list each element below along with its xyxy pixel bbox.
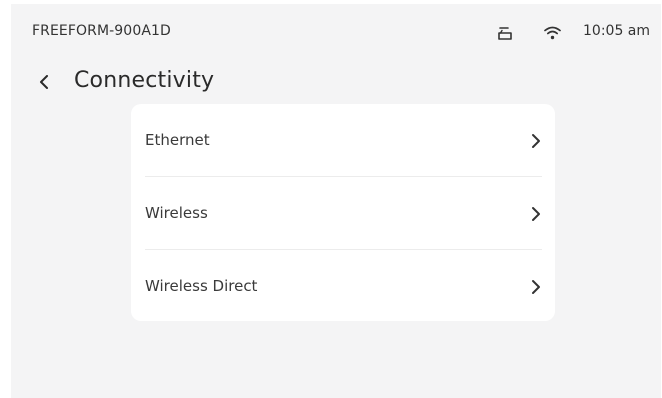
- menu-item-label: Wireless: [145, 204, 208, 222]
- menu-item-label: Wireless Direct: [145, 277, 258, 295]
- device-name: FREEFORM-900A1D: [32, 23, 171, 39]
- menu-item-ethernet[interactable]: Ethernet: [145, 104, 542, 176]
- chevron-left-icon: [40, 75, 48, 89]
- status-bar: FREEFORM-900A1D 10:05 am: [11, 4, 661, 64]
- menu-item-wireless-direct[interactable]: Wireless Direct: [145, 250, 542, 322]
- menu-item-label: Ethernet: [145, 131, 210, 149]
- chevron-right-icon: [532, 134, 540, 148]
- header: Connectivity: [11, 64, 661, 104]
- chevron-right-icon: [532, 207, 540, 221]
- menu-item-wireless[interactable]: Wireless: [145, 177, 542, 249]
- wifi-icon: [544, 25, 561, 40]
- connectivity-menu: Ethernet Wireless Wireless Direct: [131, 104, 555, 321]
- back-button[interactable]: [33, 69, 57, 95]
- clock: 10:05 am: [583, 23, 651, 39]
- page-title: Connectivity: [74, 68, 215, 93]
- tray-icon: [497, 25, 513, 41]
- chevron-right-icon: [532, 280, 540, 294]
- screen: FREEFORM-900A1D 10:05 am Connectivity Et…: [11, 4, 661, 398]
